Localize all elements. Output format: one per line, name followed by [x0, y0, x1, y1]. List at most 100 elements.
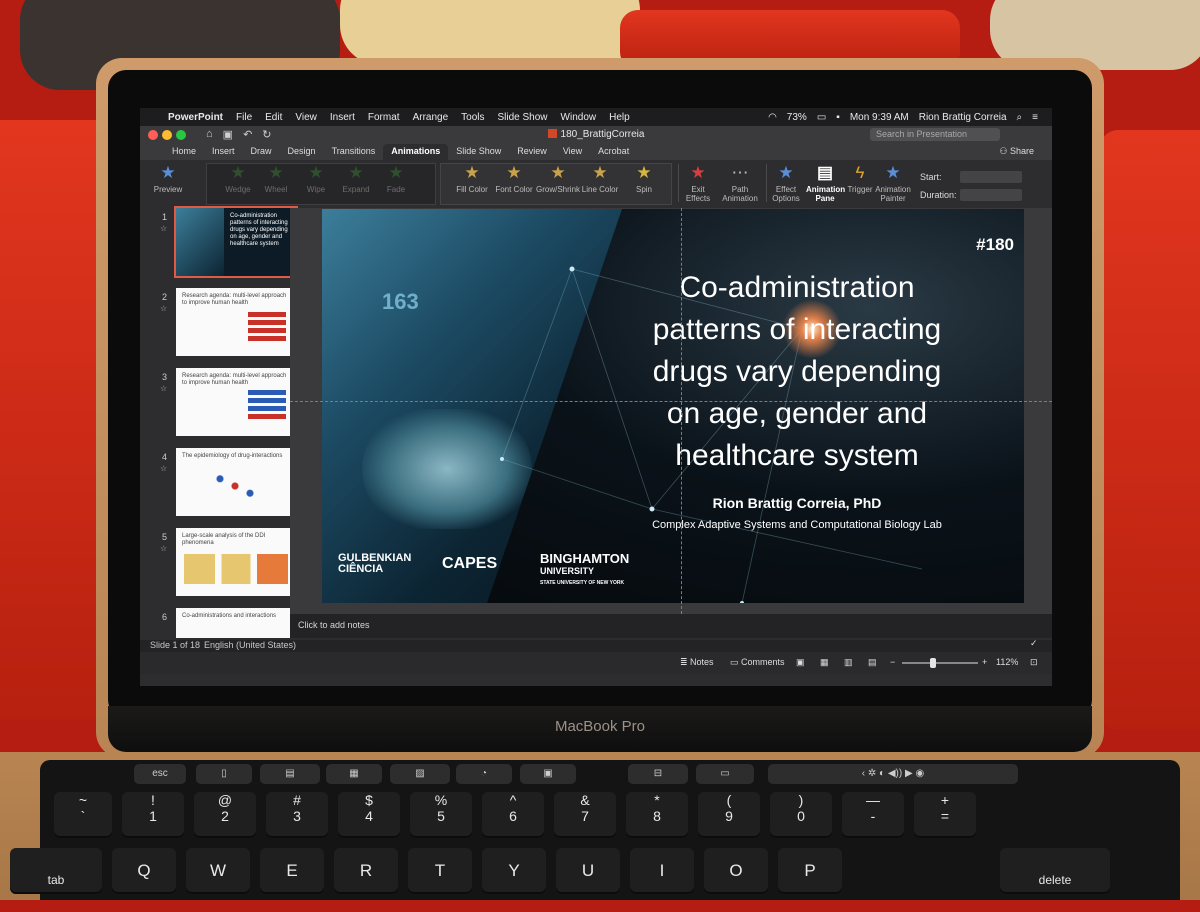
key[interactable]: @2 [194, 792, 256, 838]
slide-thumbnail[interactable]: Large-scale analysis of the DDI phenomen… [176, 528, 296, 596]
key[interactable]: + = [914, 792, 976, 838]
key[interactable]: ) 0 [770, 792, 832, 838]
effect-grow-shrink[interactable]: ★ Grow/Shrink [536, 164, 580, 195]
tab-draw[interactable]: Draw [243, 144, 280, 160]
key[interactable]: ~ ` [54, 792, 112, 838]
touchbar-button[interactable]: ‹ ✲ ◐ ◀)) ▶ ◉ [768, 764, 1018, 784]
slideshow-view-icon[interactable]: ▤ [868, 657, 877, 668]
effect-fill-color[interactable]: ★ Fill Color [452, 164, 492, 195]
key[interactable]: % 5 [410, 792, 472, 838]
key[interactable]: ! 1 [122, 792, 184, 838]
key[interactable]: U [556, 848, 620, 894]
slide-thumbnail[interactable]: Research agenda: multi-level approach to… [176, 288, 296, 356]
battery-icon[interactable]: ▭ [817, 112, 826, 123]
menu-help[interactable]: Help [609, 112, 630, 123]
spotlight-icon[interactable]: ⌕ [1017, 112, 1023, 123]
tab-view[interactable]: View [555, 144, 590, 160]
checkmark-icon[interactable]: ✓ [1030, 638, 1038, 649]
key[interactable]: E [260, 848, 324, 894]
effect-expand[interactable]: ★ Expand [338, 164, 374, 195]
search-in-presentation-input[interactable]: Search in Presentation [870, 128, 1000, 141]
key[interactable]: $4 [338, 792, 400, 838]
notification-center-icon[interactable]: ≡ [1032, 112, 1038, 123]
menu-view[interactable]: View [295, 112, 317, 123]
effect-wedge[interactable]: ★ Wedge [220, 164, 256, 195]
slide-sorter-icon[interactable]: ▦ [820, 657, 829, 668]
tab-design[interactable]: Design [280, 144, 324, 160]
animation-pane-button[interactable]: ▤ Animation Pane [806, 164, 845, 204]
menu-app-name[interactable]: PowerPoint [168, 112, 223, 123]
key[interactable]: ^ 6 [482, 792, 544, 838]
menu-tools[interactable]: Tools [461, 112, 484, 123]
battery-percent[interactable]: 73% [787, 112, 807, 123]
effect-options-button[interactable]: ★ Effect Options [768, 164, 804, 204]
touchbar-button[interactable]: ▯ [196, 764, 252, 784]
key[interactable]: & 7 [554, 792, 616, 838]
touchbar-button[interactable]: ▦ [326, 764, 382, 784]
menu-arrange[interactable]: Arrange [413, 112, 449, 123]
reading-view-icon[interactable]: ▥ [844, 657, 853, 668]
slide-author[interactable]: Rion Brattig Correia, PhD [582, 495, 1012, 511]
menu-insert[interactable]: Insert [330, 112, 355, 123]
tab-home[interactable]: Home [164, 144, 204, 160]
user-name[interactable]: Rion Brattig Correia [919, 112, 1007, 123]
start-select[interactable] [960, 171, 1022, 183]
touchbar-button[interactable]: ◔ [456, 764, 512, 784]
fit-to-window-icon[interactable]: ⊡ [1030, 657, 1038, 668]
key[interactable]: Y [482, 848, 546, 894]
touchbar-button[interactable]: ▤ [260, 764, 320, 784]
tab-animations[interactable]: Animations [383, 144, 449, 160]
wifi-icon[interactable]: ◠ [768, 112, 777, 123]
menu-file[interactable]: File [236, 112, 252, 123]
key[interactable]: #3 [266, 792, 328, 838]
key[interactable]: * 8 [626, 792, 688, 838]
trigger-button[interactable]: ϟ Trigger [846, 164, 874, 195]
slide-thumbnail[interactable]: Co-administrations and interactions [176, 608, 296, 638]
current-slide[interactable]: 163 #180 Co-administration patterns of i… [322, 209, 1024, 603]
tab-slide-show[interactable]: Slide Show [448, 144, 509, 160]
key[interactable]: I [630, 848, 694, 894]
path-animation-button[interactable]: ⋯ Path Animation [720, 164, 760, 204]
effect-spin[interactable]: ★ Spin [624, 164, 664, 195]
touchbar-button[interactable]: ▨ [390, 764, 450, 784]
notes-pane[interactable]: Click to add notes [290, 614, 1052, 638]
preview-button[interactable]: ★ Preview [148, 164, 188, 195]
key[interactable]: (9 [698, 792, 760, 838]
slide-thumbnail[interactable]: The epidemiology of drug-interactions [176, 448, 296, 516]
zoom-level[interactable]: 112% [996, 657, 1018, 667]
tab-transitions[interactable]: Transitions [324, 144, 384, 160]
menu-format[interactable]: Format [368, 112, 400, 123]
tab-key[interactable]: tab [10, 848, 102, 894]
delete-key[interactable]: delete [1000, 848, 1110, 894]
language[interactable]: English (United States) [204, 640, 296, 650]
zoom-slider-knob[interactable] [930, 658, 936, 668]
slide-thumbnail[interactable]: Research agenda: multi-level approach to… [176, 368, 296, 436]
touchbar-button[interactable]: ▣ [520, 764, 576, 784]
zoom-in-icon[interactable]: + [982, 657, 987, 667]
effect-wheel[interactable]: ★ Wheel [258, 164, 294, 195]
zoom-out-icon[interactable]: − [890, 657, 895, 667]
key[interactable]: Q [112, 848, 176, 894]
key[interactable]: O [704, 848, 768, 894]
slide-thumbnail[interactable]: Co-administration patterns of interactin… [174, 206, 298, 278]
effect-font-color[interactable]: ★ Font Color [494, 164, 534, 195]
clock[interactable]: Mon 9:39 AM [850, 112, 909, 123]
tab-acrobat[interactable]: Acrobat [590, 144, 637, 160]
share-button[interactable]: ⚇ Share [999, 146, 1034, 157]
effect-fade[interactable]: ★ Fade [378, 164, 414, 195]
esc-key[interactable]: esc [134, 764, 186, 784]
key[interactable]: R [334, 848, 398, 894]
key[interactable]: P [778, 848, 842, 894]
touchbar-button[interactable]: ⊟ [628, 764, 688, 784]
exit-effects-button[interactable]: ★ Exit Effects [680, 164, 716, 204]
flag-icon[interactable]: ▪ [836, 112, 840, 123]
effect-wipe[interactable]: ★ Wipe [298, 164, 334, 195]
tab-insert[interactable]: Insert [204, 144, 243, 160]
key[interactable]: T [408, 848, 472, 894]
zoom-slider[interactable] [902, 662, 978, 664]
slide-lab[interactable]: Complex Adaptive Systems and Computation… [572, 519, 1022, 531]
comments-button[interactable]: ▭ Comments [730, 657, 785, 668]
normal-view-icon[interactable]: ▣ [796, 657, 805, 668]
menu-window[interactable]: Window [561, 112, 597, 123]
menu-edit[interactable]: Edit [265, 112, 282, 123]
